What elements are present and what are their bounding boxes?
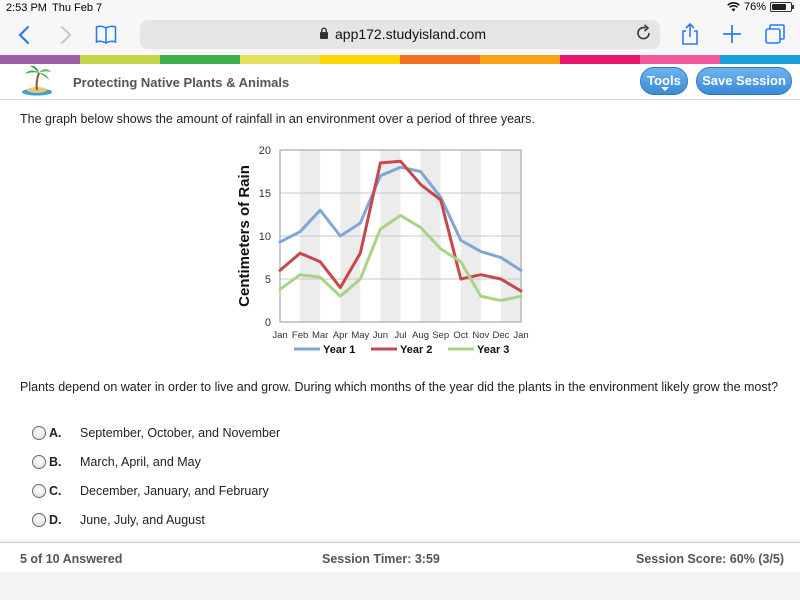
legend-label: Year 1 — [323, 344, 355, 356]
choice-text: March, April, and May — [80, 455, 201, 469]
choice-d[interactable]: D. June, July, and August — [32, 511, 205, 529]
stripe-segment — [320, 55, 400, 64]
x-tick-label: Jul — [394, 330, 406, 341]
choice-text: September, October, and November — [80, 426, 281, 440]
choice-text: June, July, and August — [80, 513, 205, 527]
choice-a[interactable]: A. September, October, and November — [32, 424, 280, 442]
question-prompt: Plants depend on water in order to live … — [20, 380, 779, 394]
x-tick-label: Feb — [292, 330, 308, 341]
radio-button[interactable] — [32, 426, 46, 440]
stripe-segment — [0, 55, 80, 64]
status-time: 2:53 PM — [6, 2, 47, 14]
choice-letter: A. — [49, 426, 62, 440]
question-intro: The graph below shows the amount of rain… — [20, 112, 535, 126]
x-tick-label: Jun — [373, 330, 388, 341]
url-text: app172.studyisland.com — [335, 26, 486, 42]
reload-icon[interactable] — [636, 24, 652, 42]
x-tick-label: Oct — [453, 330, 468, 341]
x-tick-label: Apr — [333, 330, 348, 341]
share-icon[interactable] — [681, 22, 699, 46]
legend-label: Year 2 — [400, 344, 432, 356]
choice-c[interactable]: C. December, January, and February — [32, 482, 269, 500]
x-tick-label: Sep — [432, 330, 449, 341]
choice-letter: C. — [49, 484, 62, 498]
y-tick-label: 5 — [265, 274, 271, 286]
y-tick-label: 15 — [259, 188, 271, 200]
color-stripe — [0, 55, 800, 64]
stripe-segment — [80, 55, 160, 64]
save-session-button[interactable]: Save Session — [696, 67, 792, 95]
status-date: Thu Feb 7 — [52, 2, 103, 14]
status-bar: 2:53 PM Thu Feb 7 76% — [0, 0, 800, 17]
stripe-segment — [640, 55, 720, 64]
address-bar[interactable]: app172.studyisland.com — [140, 20, 660, 49]
status-right: 76% — [727, 1, 794, 13]
choice-letter: B. — [49, 455, 62, 469]
browser-toolbar: app172.studyisland.com — [0, 17, 800, 55]
radio-button[interactable] — [32, 455, 46, 469]
x-tick-label: May — [351, 330, 369, 341]
y-axis-label: Centimeters of Rain — [236, 165, 253, 307]
new-tab-icon[interactable] — [722, 24, 742, 44]
tabs-icon[interactable] — [764, 23, 786, 45]
lock-icon — [320, 27, 328, 39]
x-tick-label: Dec — [492, 330, 509, 341]
y-tick-label: 20 — [259, 145, 271, 157]
stripe-segment — [400, 55, 480, 64]
screen: 2:53 PM Thu Feb 7 76% app172.studyisland… — [0, 0, 800, 600]
stripe-segment — [480, 55, 560, 64]
tools-button[interactable]: Tools — [640, 67, 688, 95]
rainfall-line-chart: 0 5 10 15 20 Jan Feb Mar Apr May Jun Jul Aug Sep Oct No… — [236, 145, 529, 356]
save-session-label: Save Session — [702, 73, 786, 88]
x-tick-label: Jan — [272, 330, 287, 341]
x-tick-label: Jan — [513, 330, 528, 341]
x-tick-label: Aug — [412, 330, 429, 341]
choice-letter: D. — [49, 513, 62, 527]
chevron-down-icon — [661, 87, 669, 91]
x-tick-label: Mar — [312, 330, 328, 341]
battery-percent: 76% — [743, 1, 766, 13]
choice-text: December, January, and February — [80, 484, 269, 498]
battery-icon — [770, 2, 794, 12]
session-footer: 5 of 10 Answered Session Timer: 3:59 Ses… — [0, 542, 800, 572]
y-tick-label: 10 — [259, 231, 271, 243]
y-tick-label: 0 — [265, 317, 271, 329]
bookmarks-icon[interactable] — [95, 24, 117, 44]
stripe-segment — [720, 55, 800, 64]
page-title: Protecting Native Plants & Animals — [73, 75, 290, 90]
tools-label: Tools — [647, 73, 681, 88]
battery-fill — [772, 4, 786, 10]
legend-label: Year 3 — [477, 344, 509, 356]
session-score: Session Score: 60% (3/5) — [636, 552, 784, 566]
stripe-segment — [240, 55, 320, 64]
forward-icon[interactable] — [60, 25, 72, 45]
session-timer: Session Timer: 3:59 — [322, 552, 440, 566]
radio-button[interactable] — [32, 513, 46, 527]
x-tick-label: Nov — [472, 330, 489, 341]
choice-b[interactable]: B. March, April, and May — [32, 453, 201, 471]
radio-button[interactable] — [32, 484, 46, 498]
bottom-area — [0, 572, 800, 600]
stripe-segment — [160, 55, 240, 64]
palm-island-logo-icon — [22, 65, 52, 96]
answered-count: 5 of 10 Answered — [20, 552, 123, 566]
wifi-icon — [727, 2, 740, 12]
back-icon[interactable] — [18, 25, 30, 45]
stripe-segment — [560, 55, 640, 64]
app-header: Protecting Native Plants & Animals Tools… — [0, 64, 800, 100]
